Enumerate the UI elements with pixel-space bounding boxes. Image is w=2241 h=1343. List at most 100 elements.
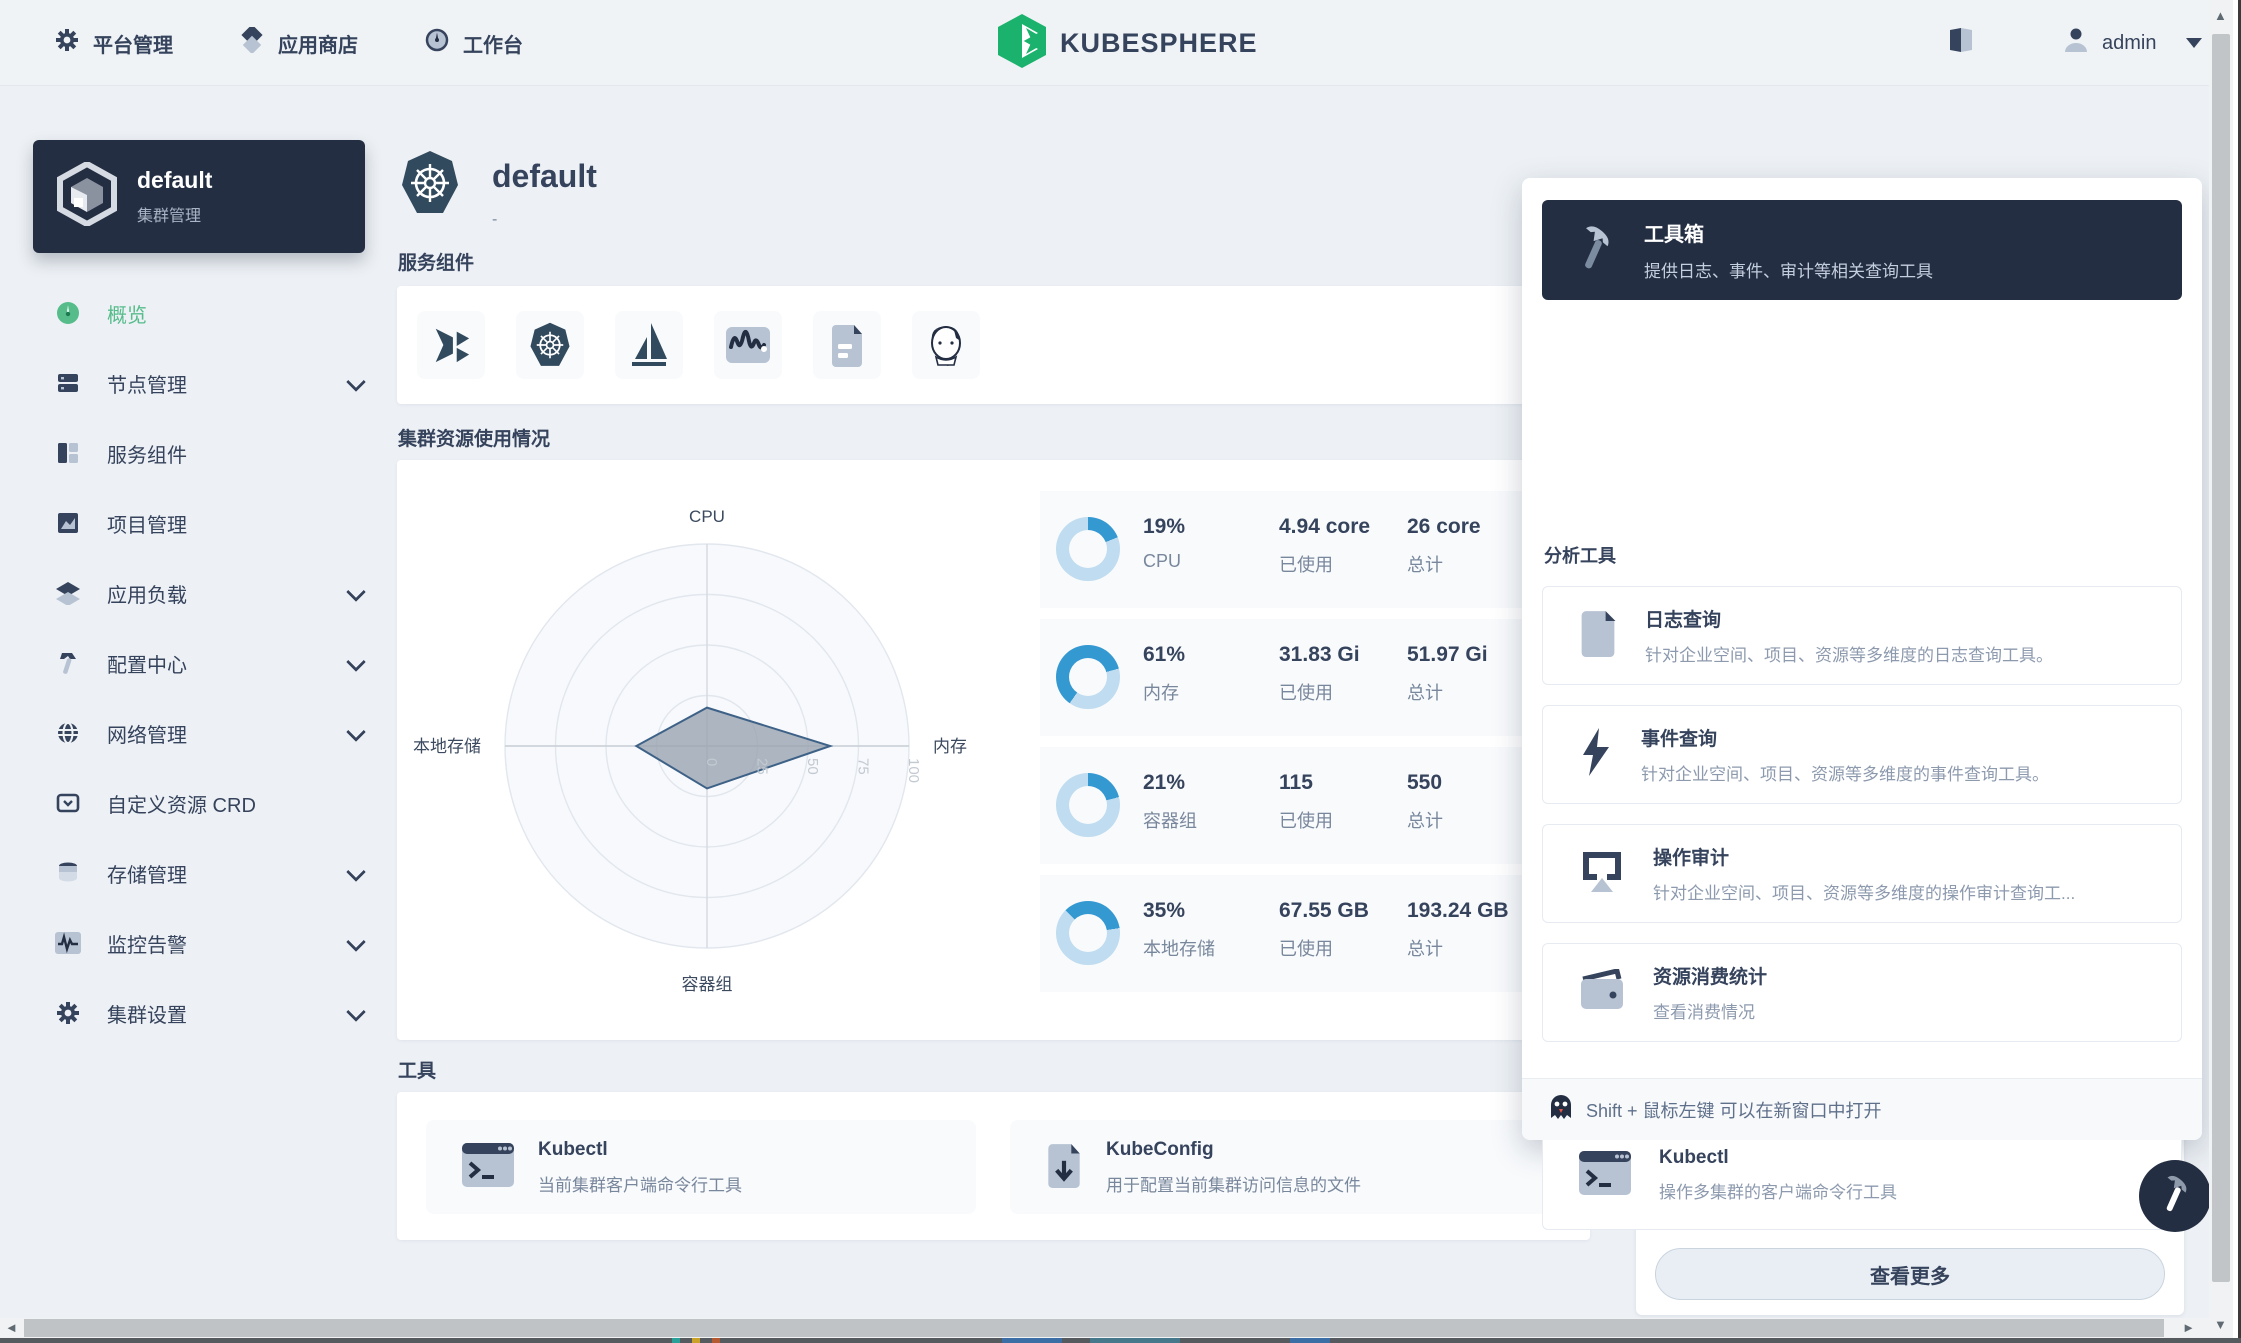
service-istio-icon[interactable]: [615, 311, 683, 379]
toolbox-item-title: 资源消费统计: [1653, 962, 1767, 989]
memory-label: 内存: [1143, 679, 1185, 705]
page-title: default: [492, 158, 597, 195]
total-label: 总计: [1407, 551, 1481, 577]
user-menu[interactable]: admin: [2062, 0, 2202, 86]
cpu-total: 26 core: [1407, 515, 1481, 539]
kubernetes-cluster-icon: [398, 150, 462, 229]
tool-title: Kubectl: [538, 1139, 742, 1161]
cluster-hexagon-icon: [57, 162, 117, 231]
sidebar-item-service-components[interactable]: 服务组件: [33, 435, 373, 471]
horizontal-scrollbar[interactable]: ◄ ►: [0, 1318, 2209, 1338]
sidebar-item-network[interactable]: 网络管理: [33, 715, 373, 751]
service-kubesphere-icon[interactable]: [417, 311, 485, 379]
book-icon: [1948, 27, 1974, 59]
hammer-icon: [2155, 1173, 2195, 1220]
sidebar-menu: 概览 节点管理 服务组件 项目管理 应用负载 配置中心 网络管理 自定义资源 C…: [33, 295, 373, 1065]
sidebar-item-crd[interactable]: 自定义资源 CRD: [33, 785, 373, 821]
used-label: 已使用: [1279, 807, 1333, 833]
sidebar-item-monitoring[interactable]: 监控告警: [33, 925, 373, 961]
service-kubernetes-icon[interactable]: [516, 311, 584, 379]
toolbox-item-event-query[interactable]: 事件查询 针对企业空间、项目、资源等多维度的事件查询工具。: [1542, 705, 2182, 804]
resource-row-pods: 21%容器组 115已使用 550总计: [1040, 747, 1590, 864]
lightning-icon: [1579, 728, 1613, 781]
kubesphere-logo[interactable]: KUBESPHERE: [998, 0, 1258, 86]
cluster-selector[interactable]: default 集群管理: [33, 140, 365, 253]
kubectl-tool[interactable]: Kubectl 当前集群客户端命令行工具: [426, 1120, 976, 1214]
sidebar-item-projects[interactable]: 项目管理: [33, 505, 373, 541]
sidebar-item-label: 应用负载: [107, 579, 187, 608]
toolbox-item-title: 日志查询: [1645, 605, 2053, 632]
toolbox-item-title: 事件查询: [1641, 724, 2049, 751]
sidebar-item-nodes[interactable]: 节点管理: [33, 365, 373, 401]
top-nav-bar: 平台管理 应用商店 工作台 KUBESPHERE admin: [0, 0, 2209, 86]
crd-box-icon: [55, 791, 81, 815]
kubeconfig-tool[interactable]: KubeConfig 用于配置当前集群访问信息的文件: [1010, 1120, 1566, 1214]
page-header: default -: [398, 150, 597, 229]
tools-card: Kubectl 当前集群客户端命令行工具 KubeConfig 用于配置当前集群…: [397, 1092, 1590, 1240]
resource-row-cpu: 19%CPU 4.94 core已使用 26 core总计: [1040, 491, 1590, 608]
pods-used: 115: [1279, 771, 1333, 795]
scroll-left-arrow[interactable]: ◄: [5, 1320, 18, 1335]
vertical-scrollbar-thumb[interactable]: [2212, 34, 2230, 1282]
sidebar-item-label: 概览: [107, 299, 147, 328]
toolbox-item-desc: 操作多集群的客户端命令行工具: [1659, 1178, 1897, 1203]
view-more-button[interactable]: 查看更多: [1655, 1248, 2165, 1300]
storage-usage-donut: [1056, 901, 1120, 965]
toolbox-item-log-query[interactable]: 日志查询 针对企业空间、项目、资源等多维度的日志查询工具。: [1542, 586, 2182, 685]
toolbox-floating-button[interactable]: [2139, 1160, 2211, 1232]
resource-row-memory: 61%内存 31.83 Gi已使用 51.97 Gi总计: [1040, 619, 1590, 736]
memory-used: 31.83 Gi: [1279, 643, 1360, 667]
toolbox-title: 工具箱: [1644, 218, 1933, 247]
sidebar-item-overview[interactable]: 概览: [33, 295, 373, 331]
sidebar-item-label: 存储管理: [107, 859, 187, 888]
scroll-up-arrow[interactable]: ▲: [2214, 8, 2227, 23]
chevron-down-icon: [346, 1002, 366, 1022]
sidebar-item-cluster-settings[interactable]: 集群设置: [33, 995, 373, 1031]
wallet-icon: [1579, 969, 1625, 1016]
pulse-icon: [55, 932, 81, 954]
pods-usage-donut: [1056, 773, 1120, 837]
audit-display-icon: [1579, 848, 1625, 899]
section-resources-label: 集群资源使用情况: [398, 424, 550, 451]
username: admin: [2102, 32, 2156, 55]
gear-icon: [55, 28, 79, 58]
vertical-scrollbar[interactable]: ▲ ▼: [2209, 0, 2233, 1338]
toolbox-item-billing[interactable]: 资源消费统计 查看消费情况: [1542, 943, 2182, 1042]
file-download-icon: [1046, 1142, 1082, 1193]
sidebar-item-label: 集群设置: [107, 999, 187, 1028]
chevron-down-icon: [346, 652, 366, 672]
pods-percent: 21%: [1143, 771, 1197, 795]
service-logging-icon[interactable]: [813, 311, 881, 379]
nav-platform-management[interactable]: 平台管理: [55, 0, 173, 86]
sidebar-item-storage[interactable]: 存储管理: [33, 855, 373, 891]
svg-text:25: 25: [754, 758, 771, 775]
hammer-icon: [1572, 223, 1618, 278]
svg-text:0: 0: [703, 758, 720, 766]
scroll-down-arrow[interactable]: ▼: [2214, 1317, 2227, 1332]
service-jenkins-icon[interactable]: [912, 311, 980, 379]
total-label: 总计: [1407, 935, 1509, 961]
docs-button[interactable]: [1948, 0, 1974, 86]
horizontal-scrollbar-thumb[interactable]: [24, 1319, 2164, 1337]
terminal-icon: [1579, 1151, 1631, 1200]
toolbox-item-desc: 针对企业空间、项目、资源等多维度的事件查询工具。: [1641, 760, 2049, 785]
sidebar-item-label: 节点管理: [107, 369, 187, 398]
nav-item-label: 工作台: [463, 29, 523, 58]
sidebar-item-workloads[interactable]: 应用负载: [33, 575, 373, 611]
service-monitoring-icon[interactable]: [714, 311, 782, 379]
toolbox-item-audit[interactable]: 操作审计 针对企业空间、项目、资源等多维度的操作审计查询工...: [1542, 824, 2182, 923]
nav-app-store[interactable]: 应用商店: [240, 0, 358, 86]
toolbox-item-desc: 针对企业空间、项目、资源等多维度的操作审计查询工...: [1653, 879, 2075, 904]
layers-icon: [55, 581, 81, 605]
nav-workbench[interactable]: 工作台: [425, 0, 523, 86]
scroll-right-arrow[interactable]: ►: [2182, 1320, 2195, 1335]
tool-title: KubeConfig: [1106, 1139, 1361, 1161]
toolbox-header[interactable]: 工具箱 提供日志、事件、审计等相关查询工具: [1542, 200, 2182, 300]
sidebar-item-configuration[interactable]: 配置中心: [33, 645, 373, 681]
cpu-used: 4.94 core: [1279, 515, 1370, 539]
used-label: 已使用: [1279, 551, 1370, 577]
storage-percent: 35%: [1143, 899, 1215, 923]
toolbox-item-desc: 查看消费情况: [1653, 998, 1767, 1023]
gauge-icon: [55, 301, 81, 325]
servers-icon: [55, 371, 81, 395]
